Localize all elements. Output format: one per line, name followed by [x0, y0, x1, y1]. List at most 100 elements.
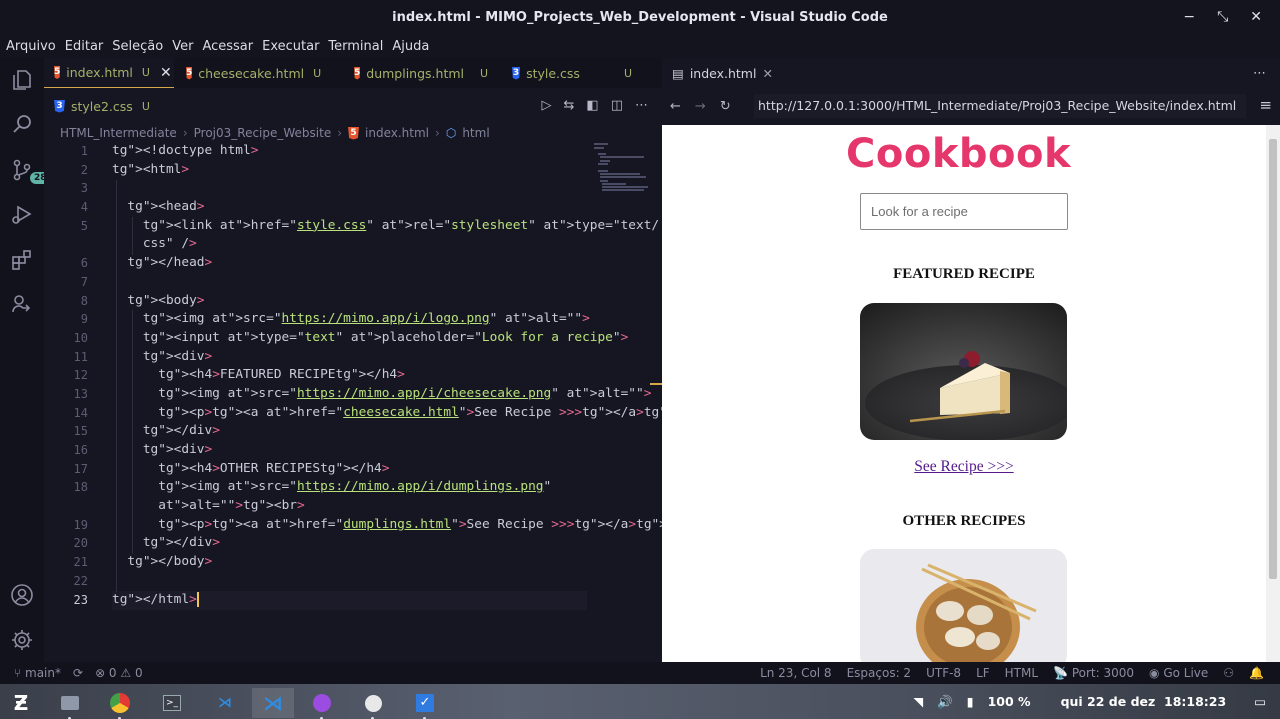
notifications-icon[interactable]: 🔔 [1249, 666, 1264, 680]
scrollbar-thumb[interactable] [1269, 139, 1277, 579]
line-ending[interactable]: LF [976, 666, 990, 680]
restore-button[interactable]: ⤡ [1217, 9, 1228, 25]
port-indicator[interactable]: 📡 Port: 3000 [1053, 666, 1134, 680]
clock[interactable]: qui 22 de dez 18:18:23 [1061, 694, 1227, 709]
minimap[interactable] [594, 142, 650, 202]
extensions-icon[interactable] [10, 248, 34, 272]
wifi-icon[interactable]: ◥ [914, 694, 924, 709]
more-actions-icon[interactable]: ⋯ [1253, 66, 1266, 81]
tab-browser-index[interactable]: ▤ index.html ✕ [672, 66, 773, 81]
recipe-search-input[interactable] [860, 193, 1068, 230]
code-line[interactable]: tg"></div> [112, 422, 592, 441]
terminal-icon[interactable]: >_ [157, 688, 187, 718]
tab-index-html[interactable]: 5 index.html U ✕ [44, 58, 174, 88]
battery-icon[interactable]: ▮ [967, 694, 974, 709]
clock-app-icon[interactable] [358, 688, 388, 719]
menu-selecao[interactable]: Seleção [112, 39, 163, 54]
live-share-icon[interactable] [10, 292, 34, 316]
accounts-icon[interactable]: ⚇ [1223, 666, 1234, 680]
sync-icon[interactable]: ⟳ [73, 666, 83, 680]
code-line[interactable]: tg"><h4>FEATURED RECIPEtg"></h4> [112, 366, 592, 385]
menu-executar[interactable]: Executar [262, 39, 319, 54]
breadcrumb-folder[interactable]: Proj03_Recipe_Website [194, 126, 332, 140]
notifications-panel-icon[interactable]: ▭ [1254, 694, 1266, 709]
tab-style2-css[interactable]: 3 style2.css U [44, 92, 160, 120]
source-control-icon[interactable]: 28 [10, 158, 51, 184]
close-window-button[interactable]: ✕ [1250, 9, 1262, 25]
code-line[interactable]: at">alt="">tg"><br> [112, 497, 592, 516]
menu-terminal[interactable]: Terminal [328, 39, 383, 54]
breadcrumb-symbol[interactable]: html [462, 126, 489, 140]
code-line[interactable]: tg"><input at">type="text" at">placehold… [112, 329, 629, 348]
code-line[interactable]: tg"><div> [112, 348, 592, 367]
url-input[interactable]: http://127.0.0.1:3000/HTML_Intermediate/… [754, 94, 1246, 118]
file-manager-icon[interactable] [55, 688, 85, 719]
code-line[interactable]: tg"><h4>OTHER RECIPEStg"></h4> [112, 460, 592, 479]
code-line[interactable]: tg"><link at">href="style.css" at">rel="… [112, 217, 659, 236]
search-icon[interactable] [10, 112, 34, 136]
code-line[interactable]: tg"><img at">src="https://mimo.app/i/dum… [112, 478, 592, 497]
code-line[interactable]: tg"><img at">src="https://mimo.app/i/log… [112, 310, 592, 329]
start-menu-icon[interactable]: Ƶ [6, 688, 36, 718]
tab-dumplings-html[interactable]: 5 dumplings.html U [344, 58, 494, 88]
more-actions-icon[interactable]: ⋯ [635, 98, 648, 113]
code-line[interactable]: tg"><body> [112, 292, 592, 311]
close-tab-icon[interactable]: ✕ [160, 65, 172, 81]
code-line[interactable]: tg"><!doctype html> [112, 142, 592, 161]
vscode-icon[interactable]: ⋊ [252, 688, 294, 718]
back-icon[interactable]: ← [670, 99, 681, 114]
close-tab-icon[interactable]: ✕ [762, 66, 772, 81]
branch-indicator[interactable]: ⑂ main* [14, 666, 61, 680]
code-line[interactable]: tg"><div> [112, 441, 592, 460]
account-icon[interactable] [10, 583, 34, 607]
explorer-icon[interactable] [10, 68, 34, 92]
menu-acessar[interactable]: Acessar [202, 39, 253, 54]
page-scrollbar[interactable] [1266, 125, 1280, 662]
code-line[interactable]: tg"></html> [112, 591, 592, 610]
forward-icon[interactable]: → [695, 99, 706, 114]
breadcrumb-file[interactable]: index.html [365, 126, 429, 140]
encoding[interactable]: UTF-8 [926, 666, 961, 680]
browser-menu-icon[interactable]: ≡ [1259, 96, 1272, 114]
code-line[interactable] [112, 273, 592, 292]
chrome-icon[interactable] [105, 688, 135, 719]
tab-style-css[interactable]: 3 style.css U [502, 58, 642, 88]
tasks-app-icon[interactable]: ✓ [410, 688, 440, 719]
code-area[interactable]: tg"><!doctype html> tg"><html> tg"><head>… [112, 142, 705, 610]
run-icon[interactable]: ▷ [542, 98, 552, 113]
code-line[interactable]: css" /> [112, 235, 592, 254]
code-line[interactable]: tg"><p>tg"><a at">href="dumplings.html">… [112, 516, 698, 535]
code-line[interactable]: tg"><img at">src="https://mimo.app/i/che… [112, 385, 651, 404]
code-line[interactable]: tg"></body> [112, 553, 592, 572]
split-editor-icon[interactable]: ◫ [611, 98, 623, 113]
code-line[interactable]: tg"></head> [112, 254, 592, 273]
compare-changes-icon[interactable]: ⇆ [564, 98, 575, 113]
indentation[interactable]: Espaços: 2 [847, 666, 912, 680]
code-line[interactable]: tg"><head> [112, 198, 592, 217]
language-mode[interactable]: HTML [1005, 666, 1038, 680]
problems-indicator[interactable]: ⊗ 0 ⚠ 0 [95, 666, 143, 680]
code-line[interactable] [112, 572, 592, 591]
run-debug-icon[interactable] [10, 202, 34, 226]
reload-icon[interactable]: ↻ [720, 99, 731, 114]
menu-editar[interactable]: Editar [65, 39, 104, 54]
code-line[interactable] [112, 179, 592, 198]
minimize-button[interactable]: − [1183, 9, 1195, 25]
menu-ver[interactable]: Ver [172, 39, 193, 54]
volume-icon[interactable]: 🔊 [937, 694, 953, 710]
go-live-button[interactable]: ◉ Go Live [1149, 666, 1208, 680]
menu-arquivo[interactable]: Arquivo [6, 39, 56, 54]
open-preview-icon[interactable]: ◧ [586, 98, 598, 113]
vscode-icon-secondary[interactable]: ⋊ [210, 688, 240, 718]
breadcrumb-folder[interactable]: HTML_Intermediate [60, 126, 177, 140]
untracked-marker: U [623, 66, 632, 80]
code-line[interactable]: tg"><html> [112, 161, 592, 180]
code-line[interactable]: tg"><p>tg"><a at">href="cheesecake.html"… [112, 404, 705, 423]
settings-gear-icon[interactable] [10, 628, 34, 652]
github-desktop-icon[interactable] [307, 688, 337, 719]
tab-cheesecake-html[interactable]: 5 cheesecake.html U [176, 58, 324, 88]
code-line[interactable]: tg"></div> [112, 534, 592, 553]
featured-see-recipe-link[interactable]: See Recipe >>> [662, 458, 1266, 476]
menu-ajuda[interactable]: Ajuda [392, 39, 429, 54]
cursor-position[interactable]: Ln 23, Col 8 [760, 666, 832, 680]
